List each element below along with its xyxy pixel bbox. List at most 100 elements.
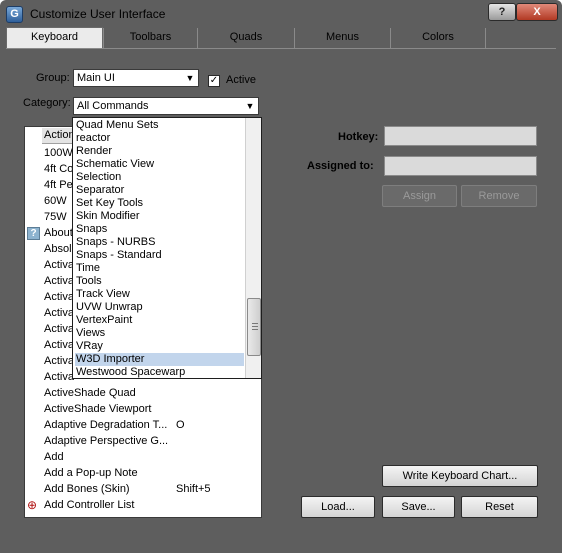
hotkey-field[interactable] — [384, 126, 537, 146]
action-hotkey: Shift+5 — [176, 483, 211, 495]
active-label: Active — [226, 74, 256, 86]
dropdown-item[interactable]: Quad Menu Sets — [75, 119, 244, 132]
dropdown-item[interactable]: Track View — [75, 288, 244, 301]
reset-button[interactable]: Reset — [461, 496, 538, 518]
grip-line — [252, 326, 258, 327]
group-select-value: Main UI — [77, 72, 115, 84]
grip-line — [252, 323, 258, 324]
action-name: ActiveShade Viewport — [44, 403, 152, 415]
assigned-to-label: Assigned to: — [307, 160, 374, 172]
help-button[interactable]: ? — [488, 3, 516, 21]
remove-button[interactable]: Remove — [461, 185, 537, 207]
dropdown-item[interactable]: Schematic View — [75, 158, 244, 171]
table-row[interactable]: 4ft Pe — [44, 178, 73, 193]
table-row[interactable]: ActiveShade Quad — [44, 386, 136, 401]
save-button[interactable]: Save... — [382, 496, 455, 518]
table-row[interactable]: Add a Pop-up Note — [44, 466, 138, 481]
action-name: Activa — [44, 307, 74, 319]
dropdown-item[interactable]: reactor — [75, 132, 244, 145]
scroll-thumb[interactable] — [247, 298, 261, 356]
dropdown-item[interactable]: Westwood Spacewarp — [75, 366, 244, 378]
chevron-down-icon: ▼ — [185, 73, 195, 83]
write-keyboard-chart-button[interactable]: Write Keyboard Chart... — [382, 465, 538, 487]
table-row[interactable]: Activa — [44, 306, 74, 321]
table-row[interactable]: Activa — [44, 258, 74, 273]
assign-button[interactable]: Assign — [382, 185, 457, 207]
close-button[interactable]: X — [516, 3, 558, 21]
tab-menus[interactable]: Menus — [294, 28, 390, 48]
dropdown-item[interactable]: Views — [75, 327, 244, 340]
group-select[interactable]: Main UI ▼ — [73, 69, 199, 87]
table-row[interactable]: Activa — [44, 290, 74, 305]
chevron-down-icon: ▼ — [245, 101, 255, 111]
action-name: Add — [44, 451, 64, 463]
table-row[interactable]: Activa — [44, 274, 74, 289]
dropdown-item[interactable]: Separator — [75, 184, 244, 197]
table-row[interactable]: Activa — [44, 370, 74, 385]
table-row[interactable]: Adaptive Perspective G... — [44, 434, 168, 449]
dropdown-item[interactable]: W3D Importer — [75, 353, 244, 366]
dropdown-item[interactable]: Time — [75, 262, 244, 275]
table-row[interactable]: ActiveShade Viewport — [44, 402, 151, 417]
action-name: Activa — [44, 371, 74, 383]
action-name: 75W — [44, 211, 67, 223]
category-select-value: All Commands — [77, 100, 149, 112]
category-select[interactable]: All Commands ▼ — [73, 97, 259, 115]
action-name: Add Controller List — [44, 499, 135, 511]
table-row[interactable]: Activa — [44, 338, 74, 353]
table-row[interactable]: 75W — [44, 210, 67, 225]
group-label: Group: — [36, 72, 70, 84]
tab-colors[interactable]: Colors — [390, 28, 486, 48]
table-row[interactable]: Adaptive Degradation T... O — [44, 418, 185, 433]
action-hotkey: O — [176, 419, 185, 431]
dropdown-item[interactable]: Render — [75, 145, 244, 158]
table-row[interactable]: About — [44, 226, 73, 241]
dropdown-item[interactable]: Snaps - NURBS — [75, 236, 244, 249]
tab-keyboard[interactable]: Keyboard — [6, 27, 103, 48]
table-row[interactable]: Add Bones (Skin) Shift+5 — [44, 482, 211, 497]
dropdown-item[interactable]: VertexPaint — [75, 314, 244, 327]
action-name: ActiveShade Quad — [44, 387, 136, 399]
action-name: Activa — [44, 323, 74, 335]
table-row[interactable]: 60W — [44, 194, 67, 209]
action-name: 60W — [44, 195, 67, 207]
dropdown-item[interactable]: VRay — [75, 340, 244, 353]
table-row[interactable]: Activa — [44, 354, 74, 369]
action-name: Activa — [44, 355, 74, 367]
category-dropdown-list[interactable]: Quad Menu Sets reactor Render Schematic Vie… — [72, 117, 262, 379]
table-row[interactable]: 4ft Co — [44, 162, 73, 177]
dropdown-item[interactable]: Snaps - Standard — [75, 249, 244, 262]
action-name: 4ft Co — [44, 163, 74, 175]
action-name: Activa — [44, 259, 74, 271]
dropdown-item[interactable]: Snaps — [75, 223, 244, 236]
dropdown-item[interactable]: Skin Modifier — [75, 210, 244, 223]
window-title: Customize User Interface — [30, 7, 166, 21]
tab-toolbars[interactable]: Toolbars — [103, 28, 197, 48]
assigned-to-field[interactable] — [384, 156, 537, 176]
action-name: Adaptive Degradation T... — [44, 419, 168, 431]
dropdown-item[interactable]: Set Key Tools — [75, 197, 244, 210]
table-row[interactable]: Absol — [44, 242, 72, 257]
question-icon: ? — [27, 227, 40, 240]
action-name: Activa — [44, 275, 74, 287]
grip-line — [252, 329, 258, 330]
table-row[interactable]: Activa — [44, 322, 74, 337]
action-name: Add a Pop-up Note — [44, 467, 138, 479]
action-name: Add Bones (Skin) — [44, 483, 130, 495]
action-name: Activa — [44, 291, 74, 303]
dropdown-item[interactable]: UVW Unwrap — [75, 301, 244, 314]
load-button[interactable]: Load... — [301, 496, 375, 518]
app-icon: G — [6, 6, 23, 23]
customize-ui-dialog: G Customize User Interface ? X Keyboard … — [0, 0, 562, 553]
title-bar[interactable]: G Customize User Interface ? X — [0, 0, 562, 28]
action-name: 100W — [44, 147, 73, 159]
active-checkbox[interactable]: ✓ — [208, 75, 220, 87]
hotkey-label: Hotkey: — [338, 131, 379, 143]
dropdown-item[interactable]: Selection — [75, 171, 244, 184]
dropdown-scrollbar[interactable] — [245, 118, 261, 378]
table-row[interactable]: 100W — [44, 146, 73, 161]
table-row[interactable]: Add — [44, 450, 64, 465]
dropdown-item[interactable]: Tools — [75, 275, 244, 288]
tab-quads[interactable]: Quads — [197, 28, 294, 48]
table-row[interactable]: Add Controller List — [44, 498, 135, 513]
